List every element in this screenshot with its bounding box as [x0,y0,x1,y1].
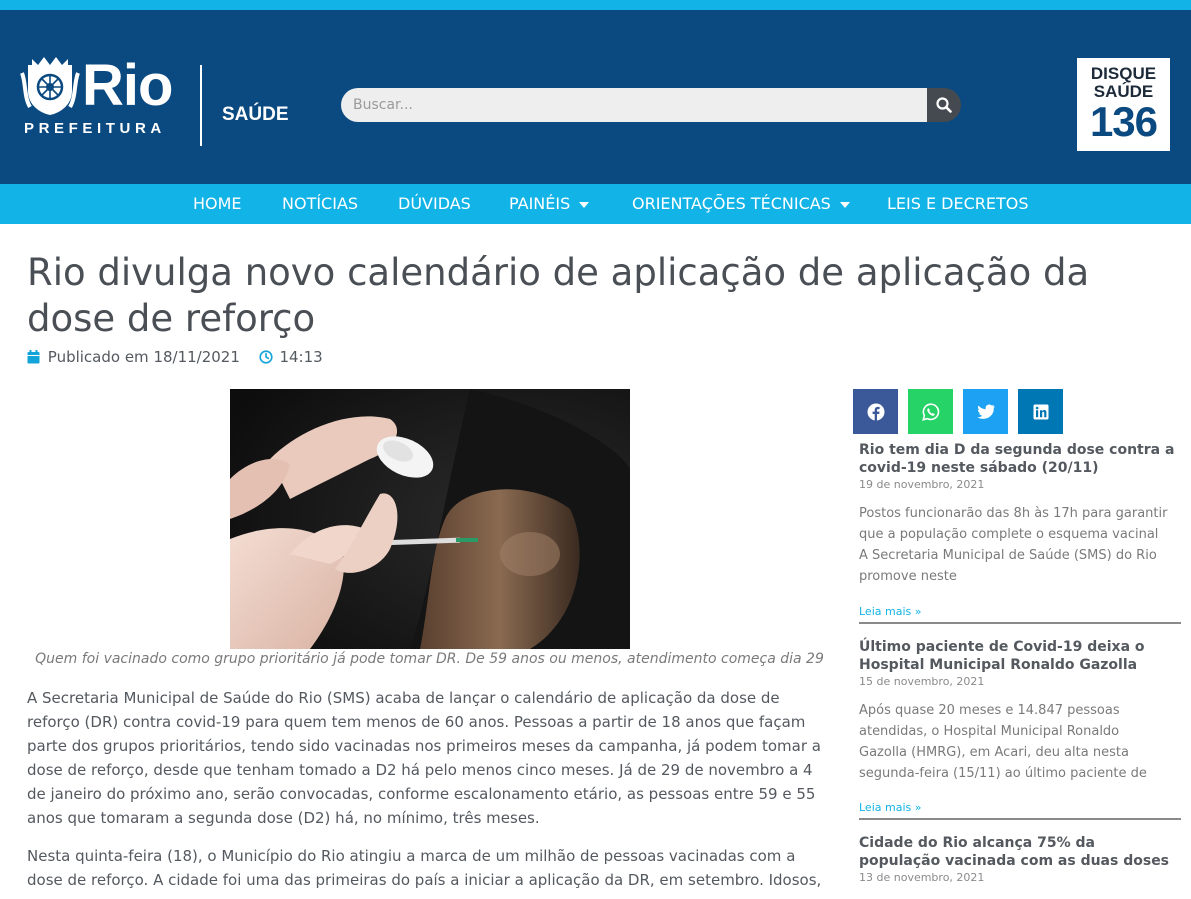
sidebar-post-excerpt: Após quase 20 meses e 14.847 pessoas ate… [859,703,1147,781]
nav-label: LEIS E DECRETOS [887,194,1029,213]
article-photo [230,389,630,649]
sidebar-post-date: 15 de novembro, 2021 [859,675,985,688]
search-bar [341,88,961,122]
brand-subtitle: PREFEITURA [24,120,166,137]
nav-label: ORIENTAÇÕES TÉCNICAS [632,194,831,213]
linkedin-icon [1033,404,1048,419]
hotline-number: 136 [1089,98,1158,145]
share-facebook-button[interactable] [853,389,898,434]
sidebar-post-title[interactable]: Rio tem dia D da segunda dose contra a c… [859,441,1181,477]
sidebar-divider [859,622,1181,624]
chevron-down-icon [839,201,850,208]
nav-orientacoes-tecnicas[interactable]: ORIENTAÇÕES TÉCNICAS [632,184,850,224]
facebook-icon [867,403,884,421]
section-name: SAÚDE [222,104,289,125]
disque-saude-banner[interactable]: DISQUE SAÚDE 136 [1077,58,1170,151]
twitter-icon [976,403,995,419]
sidebar-post-date: 13 de novembro, 2021 [859,871,985,884]
share-linkedin-button[interactable] [1018,389,1063,434]
sidebar-divider [859,818,1181,820]
nav-noticias[interactable]: NOTÍCIAS [282,184,358,224]
search-input[interactable] [341,88,927,122]
article-title: Rio divulga novo calendário de aplicação… [27,251,1090,340]
nav-label: NOTÍCIAS [282,194,359,213]
article-meta: Publicado em 18/11/2021 14:13 [27,347,323,367]
share-twitter-button[interactable] [963,389,1008,434]
sidebar-post-title[interactable]: Último paciente de Covid-19 deixa o Hosp… [859,638,1181,674]
publish-date: Publicado em 18/11/2021 [47,347,240,366]
prefeitura-rio-logo[interactable]: Rio PREFEITURA [20,53,182,147]
chevron-down-icon [579,201,590,208]
top-accent-strip [0,0,1191,10]
nav-leis-e-decretos[interactable]: LEIS E DECRETOS [887,184,1029,224]
article-body: A Secretaria Municipal de Saúde do Rio (… [27,686,832,899]
header-divider [200,65,202,146]
publish-time: 14:13 [279,347,323,366]
photo-caption: Quem foi vacinado como grupo prioritário… [35,651,824,667]
search-icon [936,97,952,113]
main-nav: HOME NOTÍCIAS DÚVIDAS PAINÉIS ORIENTAÇÕE… [0,184,1191,224]
sidebar-post-excerpt: Postos funcionarão das 8h às 17h para ga… [859,506,1168,584]
nav-paineis[interactable]: PAINÉIS [509,184,590,224]
brand-word: Rio [82,53,173,118]
nav-home[interactable]: HOME [193,184,242,224]
read-more-link[interactable]: Leia mais » [859,605,921,618]
share-whatsapp-button[interactable] [908,389,953,434]
sidebar-post: Rio tem dia D da segunda dose contra a c… [859,441,1181,587]
calendar-icon [27,349,40,363]
clock-icon [259,349,273,364]
nav-duvidas[interactable]: DÚVIDAS [398,184,471,224]
sidebar-post-date: 19 de novembro, 2021 [859,478,985,491]
nav-label: DÚVIDAS [398,194,471,213]
sidebar-post-title[interactable]: Cidade do Rio alcança 75% da população v… [859,834,1181,870]
read-more-link[interactable]: Leia mais » [859,801,921,814]
hotline-line1: DISQUE [1090,64,1157,83]
sidebar-post: Último paciente de Covid-19 deixa o Hosp… [859,638,1181,784]
search-button[interactable] [927,88,961,122]
vaccination-image [230,389,630,649]
article-paragraph: A Secretaria Municipal de Saúde do Rio (… [27,689,821,827]
nav-label: PAINÉIS [509,194,571,213]
article-paragraph: Nesta quinta-feira (18), o Município do … [27,847,822,899]
city-crest-icon [20,57,80,115]
whatsapp-icon [921,402,939,421]
nav-label: HOME [193,194,242,213]
sidebar-post: Cidade do Rio alcança 75% da população v… [859,834,1181,884]
